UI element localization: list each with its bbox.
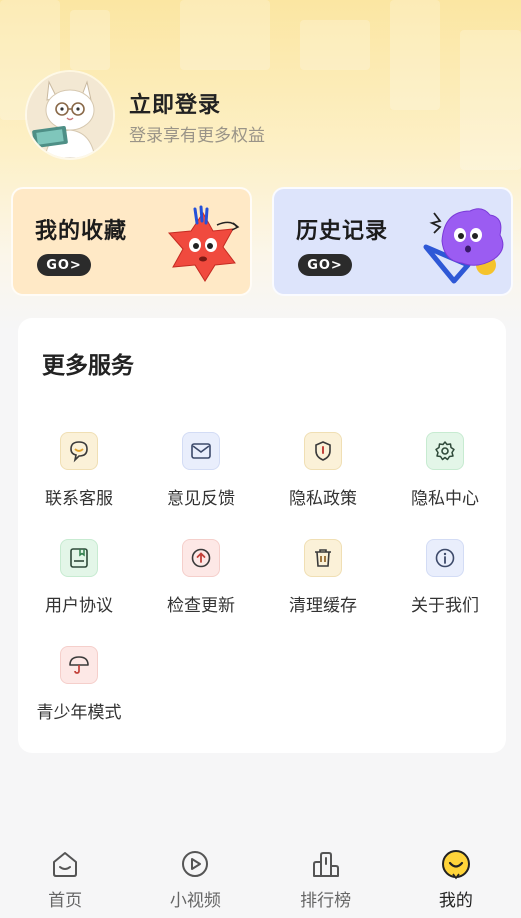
customer-service-icon [60,432,98,470]
favorites-card[interactable]: 我的收藏 GO> [11,187,252,296]
umbrella-icon [60,646,98,684]
service-user-agreement[interactable]: 用户协议 [18,539,140,629]
service-teen-mode[interactable]: 青少年模式 [18,646,140,736]
service-clear-cache[interactable]: 清理缓存 [262,539,384,629]
nav-short-video[interactable]: 小视频 [130,832,260,918]
login-title[interactable]: 立即登录 [129,87,221,119]
avatar[interactable] [27,72,113,158]
star-mascot-icon [167,205,240,282]
nav-ranking[interactable]: 排行榜 [261,832,391,918]
service-label: 隐私中心 [411,489,479,509]
history-title: 历史记录 [296,219,389,244]
settings-gear-icon [426,432,464,470]
service-label: 隐私政策 [289,489,357,509]
privacy-shield-icon [304,432,342,470]
service-label: 联系客服 [45,489,113,509]
bottom-navigation: 首页 小视频 排行榜 我的 [0,832,521,918]
more-services-panel: 更多服务 联系客服 意见反馈 隐私政策 隐私中心 用户协议 检查更新 清理缓存 … [18,318,506,753]
favorites-title: 我的收藏 [35,219,128,244]
home-icon [53,852,78,877]
more-services-title: 更多服务 [42,353,134,379]
service-label: 检查更新 [167,596,235,616]
info-icon [426,539,464,577]
history-go-button[interactable]: GO> [298,254,352,276]
login-subtitle: 登录享有更多权益 [129,126,265,146]
ghost-mascot-icon [423,208,504,284]
nav-label: 首页 [48,891,83,911]
service-label: 意见反馈 [167,489,235,509]
user-agreement-icon [60,539,98,577]
favorites-go-button[interactable]: GO> [37,254,91,276]
service-contact-support[interactable]: 联系客服 [18,432,140,522]
nav-home[interactable]: 首页 [0,832,130,918]
service-label: 青少年模式 [36,703,122,723]
smiley-icon [441,850,470,880]
service-label: 清理缓存 [289,596,357,616]
ranking-icon [312,852,339,877]
feedback-mail-icon [182,432,220,470]
history-card[interactable]: 历史记录 GO> [272,187,513,296]
service-privacy-center[interactable]: 隐私中心 [384,432,506,522]
service-check-update[interactable]: 检查更新 [140,539,262,629]
nav-mine[interactable]: 我的 [391,832,521,918]
service-feedback[interactable]: 意见反馈 [140,432,262,522]
video-play-icon [182,851,209,877]
service-label: 用户协议 [45,596,113,616]
nav-label: 排行榜 [300,891,352,911]
service-about-us[interactable]: 关于我们 [384,539,506,629]
profile-page: 立即登录 登录享有更多权益 我的收藏 GO> 历史记录 GO> 更多服务 联系客… [0,0,521,918]
trash-icon [304,539,342,577]
nav-label: 小视频 [169,891,221,911]
service-privacy-policy[interactable]: 隐私政策 [262,432,384,522]
update-arrow-icon [182,539,220,577]
cat-avatar-icon [27,72,113,158]
nav-label: 我的 [438,891,473,911]
service-label: 关于我们 [411,596,479,616]
